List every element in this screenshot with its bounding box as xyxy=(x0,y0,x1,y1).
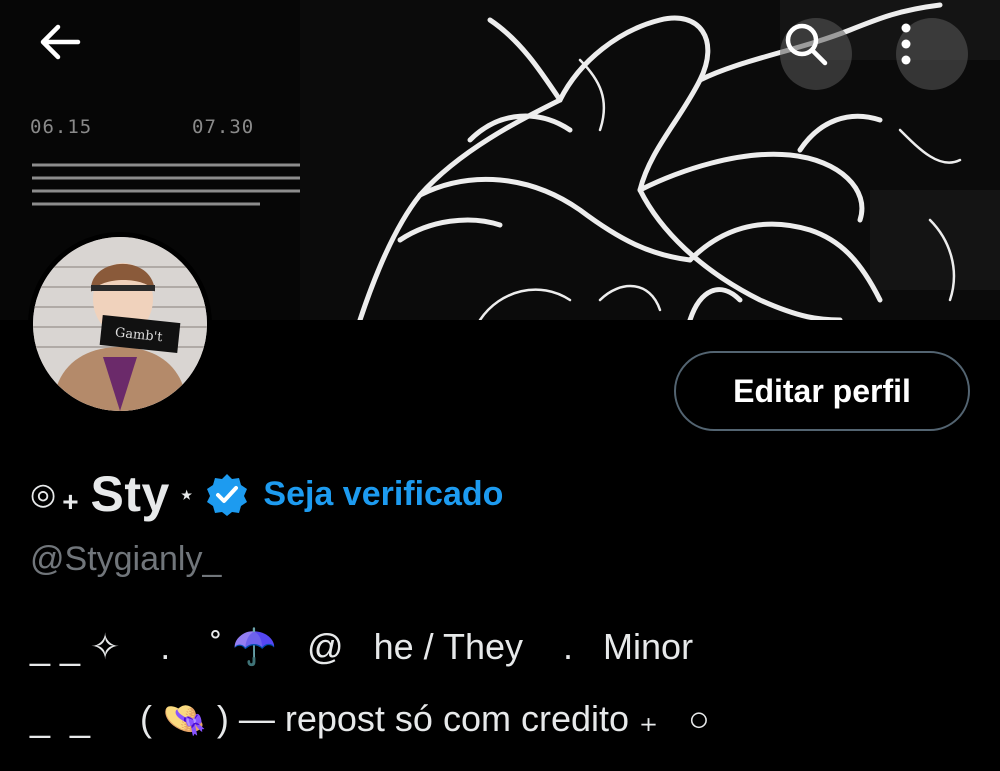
display-name-row: ◎ + Sty ⋆ Seja verificado xyxy=(30,464,503,524)
edit-profile-button[interactable]: Editar perfil xyxy=(674,351,970,431)
name-prefix-symbol: ◎ xyxy=(30,477,57,511)
get-verified-link[interactable]: Seja verificado xyxy=(263,475,503,514)
name-star-symbol: ⋆ xyxy=(177,478,196,510)
display-name: Sty xyxy=(90,466,170,522)
banner-date-end: 07.30 xyxy=(192,116,255,138)
search-button[interactable] xyxy=(780,18,852,90)
search-icon xyxy=(785,23,828,66)
arrow-left-icon xyxy=(40,24,81,60)
profile-handle: @Stygianly_ xyxy=(30,540,222,578)
profile-screen: 06.15 07.30 Gamb't Editar perfil ◎ + Sty… xyxy=(0,0,1000,771)
avatar-image: Gamb't xyxy=(33,237,207,411)
bio-line-2: _ _ ( 👒 ) — repost só com credito ₊ ○ xyxy=(30,698,710,739)
verified-badge-icon[interactable] xyxy=(205,472,249,516)
profile-avatar[interactable]: Gamb't xyxy=(28,232,212,416)
bio-line-1: _ _ ✧ . ˚ ☂️ @ he / They . Minor xyxy=(30,626,694,667)
back-button[interactable] xyxy=(36,18,108,90)
name-plus-symbol: + xyxy=(62,486,79,517)
banner-date-start: 06.15 xyxy=(30,116,93,138)
more-options-button[interactable] xyxy=(896,18,968,90)
more-vertical-icon xyxy=(901,23,911,65)
